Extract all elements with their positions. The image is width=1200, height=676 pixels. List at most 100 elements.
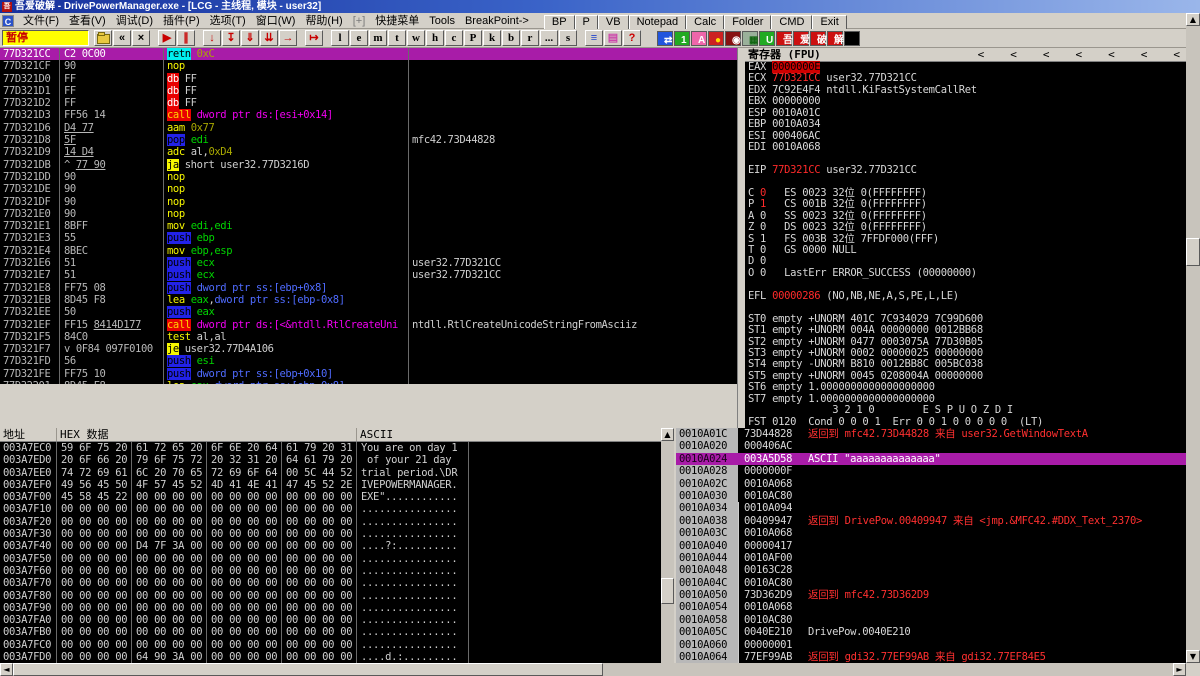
appearance-button[interactable]: ▤ xyxy=(604,30,622,46)
log-window-button[interactable]: l xyxy=(331,30,349,46)
plugin-grid-button[interactable]: ▦ xyxy=(742,30,758,46)
threads-window-button[interactable]: t xyxy=(388,30,406,46)
scroll-left-icon[interactable]: ◄ xyxy=(0,663,13,676)
scroll-right-icon[interactable]: ► xyxy=(1173,663,1186,676)
disasm-row[interactable]: 77D321D6 D4 77 aam 0x77 xyxy=(0,121,737,135)
disasm-row[interactable]: 77D321DB ^ 77 90 ja short user32.77D3216D xyxy=(0,158,737,171)
step-into-button[interactable]: ↓ xyxy=(203,30,221,46)
disasm-row[interactable]: 77D321FD 56 push esi xyxy=(0,355,737,368)
menu-item-[interactable]: [+] xyxy=(348,14,371,28)
dump-row[interactable]: 003A7F70 00 00 00 00 00 00 00 00 00 00 00 0… xyxy=(0,577,661,590)
help-button[interactable]: ? xyxy=(623,30,641,46)
dump-row[interactable]: 003A7EE0 74 72 69 61 6C 20 70 65 72 69 6F 6… xyxy=(0,466,661,479)
handles-window-button[interactable]: h xyxy=(426,30,444,46)
run-button[interactable]: ▶ xyxy=(158,30,176,46)
quick-button-calc[interactable]: Calc xyxy=(686,14,725,30)
disasm-row[interactable]: 77D321DD 90 nop xyxy=(0,170,737,184)
disasm-row[interactable]: 77D321D3 FF56 14 call dword ptr ds:[esi+0x… xyxy=(0,109,737,122)
plugin-swap-button[interactable]: ⇄ xyxy=(657,30,673,46)
menu-item-v[interactable]: 查看(V) xyxy=(64,14,111,28)
dump-row[interactable]: 003A7EF0 49 56 45 50 4F 57 45 52 4D 41 4E 4… xyxy=(0,478,661,492)
pause-button[interactable]: ∥ xyxy=(177,30,195,46)
horizontal-scroll-thumb[interactable] xyxy=(13,663,603,676)
register-line[interactable]: EIP 77D321CC user32.77D321CC xyxy=(745,164,1186,176)
disasm-row[interactable]: 77D321D1 FF db FF xyxy=(0,84,737,98)
vertical-scrollbar[interactable]: ▲ ▼ xyxy=(1186,13,1200,663)
plugin-one-button[interactable]: 1 xyxy=(674,30,690,46)
quick-button-vb[interactable]: VB xyxy=(597,14,629,30)
step-over-button[interactable]: ↧ xyxy=(222,30,240,46)
dump-scroll-up-icon[interactable]: ▲ xyxy=(661,428,674,441)
stack-row[interactable]: 0010A058 0010AC80 xyxy=(676,613,1186,627)
dump-row[interactable]: 003A7F80 00 00 00 00 00 00 00 00 00 00 00 0… xyxy=(0,589,661,602)
disasm-row[interactable]: 77D321E7 51 push ecx user32.77D321CC xyxy=(0,269,737,282)
stack-row[interactable]: 0010A060 00000001 xyxy=(676,638,1186,652)
registers-pane[interactable]: 寄存器 (FPU) < < < < < < < EAX 0000000E ECX 77D321… xyxy=(745,48,1186,428)
stack-row[interactable]: 0010A038 00409947 返回到 DrivePow.00409947 来自… xyxy=(676,514,1186,528)
disasm-row[interactable]: 77D321DE 90 nop xyxy=(0,183,737,196)
plugin-black-button[interactable] xyxy=(844,30,860,46)
stack-row[interactable]: 0010A050 73D362D9 返回到 mfc42.73D362D9 xyxy=(676,589,1186,602)
references-window-button[interactable]: r xyxy=(521,30,539,46)
menu-item-d[interactable]: 调试(D) xyxy=(111,14,158,28)
stack-row[interactable]: 0010A054 0010A068 xyxy=(676,601,1186,614)
menu-item-h[interactable]: 帮助(H) xyxy=(300,14,347,28)
options-button[interactable]: ≡ xyxy=(585,30,603,46)
plugin-ai-button[interactable]: 爱 xyxy=(793,30,810,46)
collapse-caret-icon[interactable]: < xyxy=(978,48,985,61)
disasm-row[interactable]: 77D322018D45 F8lea eax,dword ptr ss:[ebp… xyxy=(0,380,737,384)
quick-button-bp[interactable]: BP xyxy=(543,14,575,30)
dump-row[interactable]: 003A7ED0 20 6F 66 20 79 6F 75 72 20 32 31 2… xyxy=(0,454,661,467)
register-line[interactable]: EFL 00000286 (NO,NB,NE,A,S,PE,L,LE) xyxy=(745,290,1186,302)
scroll-up-icon[interactable]: ▲ xyxy=(1186,13,1200,26)
dump-row[interactable]: 003A7FC0 00 00 00 00 00 00 00 00 00 00 00 0… xyxy=(0,638,661,652)
dump-row[interactable]: 003A7F30 00 00 00 00 00 00 00 00 00 00 00 0… xyxy=(0,528,661,541)
cpu-window-button[interactable]: c xyxy=(445,30,463,46)
register-line[interactable]: T 0 GS 0000 NULL xyxy=(745,244,1186,256)
collapse-caret-icon[interactable]: < xyxy=(1141,48,1148,61)
stack-row[interactable]: 0010A020 000406AC xyxy=(676,440,1186,453)
open-file-button[interactable] xyxy=(94,30,112,46)
disasm-row[interactable]: 77D321D9 14 D4 adc al,0xD4 xyxy=(0,146,737,159)
dump-row[interactable]: 003A7EC0 59 6F 75 20 61 72 65 20 6F 6E 20 6… xyxy=(0,442,661,455)
menu-item-t[interactable]: 选项(T) xyxy=(205,14,251,28)
dump-row[interactable]: 003A7FA0 00 00 00 00 00 00 00 00 00 00 00 0… xyxy=(0,614,661,627)
disasm-row[interactable]: 77D321E6 51 push ecx user32.77D321CC xyxy=(0,257,737,270)
register-line[interactable]: FST 0120 Cond 0 0 0 1 Err 0 0 1 0 0 0 0 … xyxy=(745,416,1186,428)
stack-row[interactable]: 0010A03C 0010A068 xyxy=(676,527,1186,540)
disasm-row[interactable]: 77D321FE FF75 10 push dword ptr ss:[ebp+0x… xyxy=(0,367,737,381)
stack-row[interactable]: 0010A02C 0010A068 xyxy=(676,477,1186,490)
stack-row[interactable]: 0010A034 0010A094 xyxy=(676,502,1186,515)
stack-row[interactable]: 0010A030 0010AC80 xyxy=(676,489,1186,503)
menu-item-breakpoint[interactable]: BreakPoint-> xyxy=(460,14,534,28)
dump-row[interactable]: 003A7F00 45 58 45 22 00 00 00 00 00 00 00 0… xyxy=(0,491,661,504)
menu-item-w[interactable]: 窗口(W) xyxy=(251,14,301,28)
register-line[interactable]: O 0 LastErr ERROR_SUCCESS (00000000) xyxy=(745,267,1186,279)
quick-button-exit[interactable]: Exit xyxy=(812,14,847,30)
disasm-row[interactable]: 77D321E4 8BEC mov ebp,esp xyxy=(0,244,737,258)
dump-row[interactable]: 003A7F20 00 00 00 00 00 00 00 00 00 00 00 0… xyxy=(0,515,661,529)
plugin-a-button[interactable]: A xyxy=(691,30,707,46)
memory-window-button[interactable]: m xyxy=(369,30,387,46)
memory-dump-pane[interactable]: 地址 HEX 数据 ASCII 003A7EC0 59 6F 75 20 61 72… xyxy=(0,428,661,663)
disasm-row[interactable]: 77D321EB 8D45 F8 lea eax,dword ptr ss:[ebp… xyxy=(0,293,737,307)
disasm-row[interactable]: 77D321E8 FF75 08 push dword ptr ss:[ebp+0x… xyxy=(0,281,737,294)
plugin-ball-button[interactable]: ● xyxy=(708,30,724,46)
collapse-caret-icon[interactable]: < xyxy=(1010,48,1017,61)
stack-row[interactable]: 0010A048 00163C28 xyxy=(676,564,1186,577)
scroll-down-icon[interactable]: ▼ xyxy=(1186,650,1200,663)
vertical-scroll-thumb[interactable] xyxy=(1186,238,1200,266)
stack-row[interactable]: 0010A028 0000000F xyxy=(676,465,1186,478)
execute-till-return-button[interactable]: → xyxy=(279,30,297,46)
collapse-caret-icon[interactable]: < xyxy=(1076,48,1083,61)
quick-button-cmd[interactable]: CMD xyxy=(771,14,813,30)
collapse-caret-icon[interactable]: < xyxy=(1043,48,1050,61)
stack-row[interactable]: 0010A05C 0040E210 DrivePow.0040E210 xyxy=(676,626,1186,639)
collapse-caret-icon[interactable]: < xyxy=(1173,48,1180,61)
dump-row[interactable]: 003A7FD0 00 00 00 00 64 90 3A 00 00 00 00 0… xyxy=(0,651,661,663)
plugin-jie-button[interactable]: 解 xyxy=(827,30,844,46)
restart-button[interactable]: « xyxy=(113,30,131,46)
collapse-caret-icon[interactable]: < xyxy=(1108,48,1115,61)
animate-into-button[interactable]: ⇓ xyxy=(241,30,259,46)
disasm-row[interactable]: 77D321D2 FF db FF xyxy=(0,97,737,110)
